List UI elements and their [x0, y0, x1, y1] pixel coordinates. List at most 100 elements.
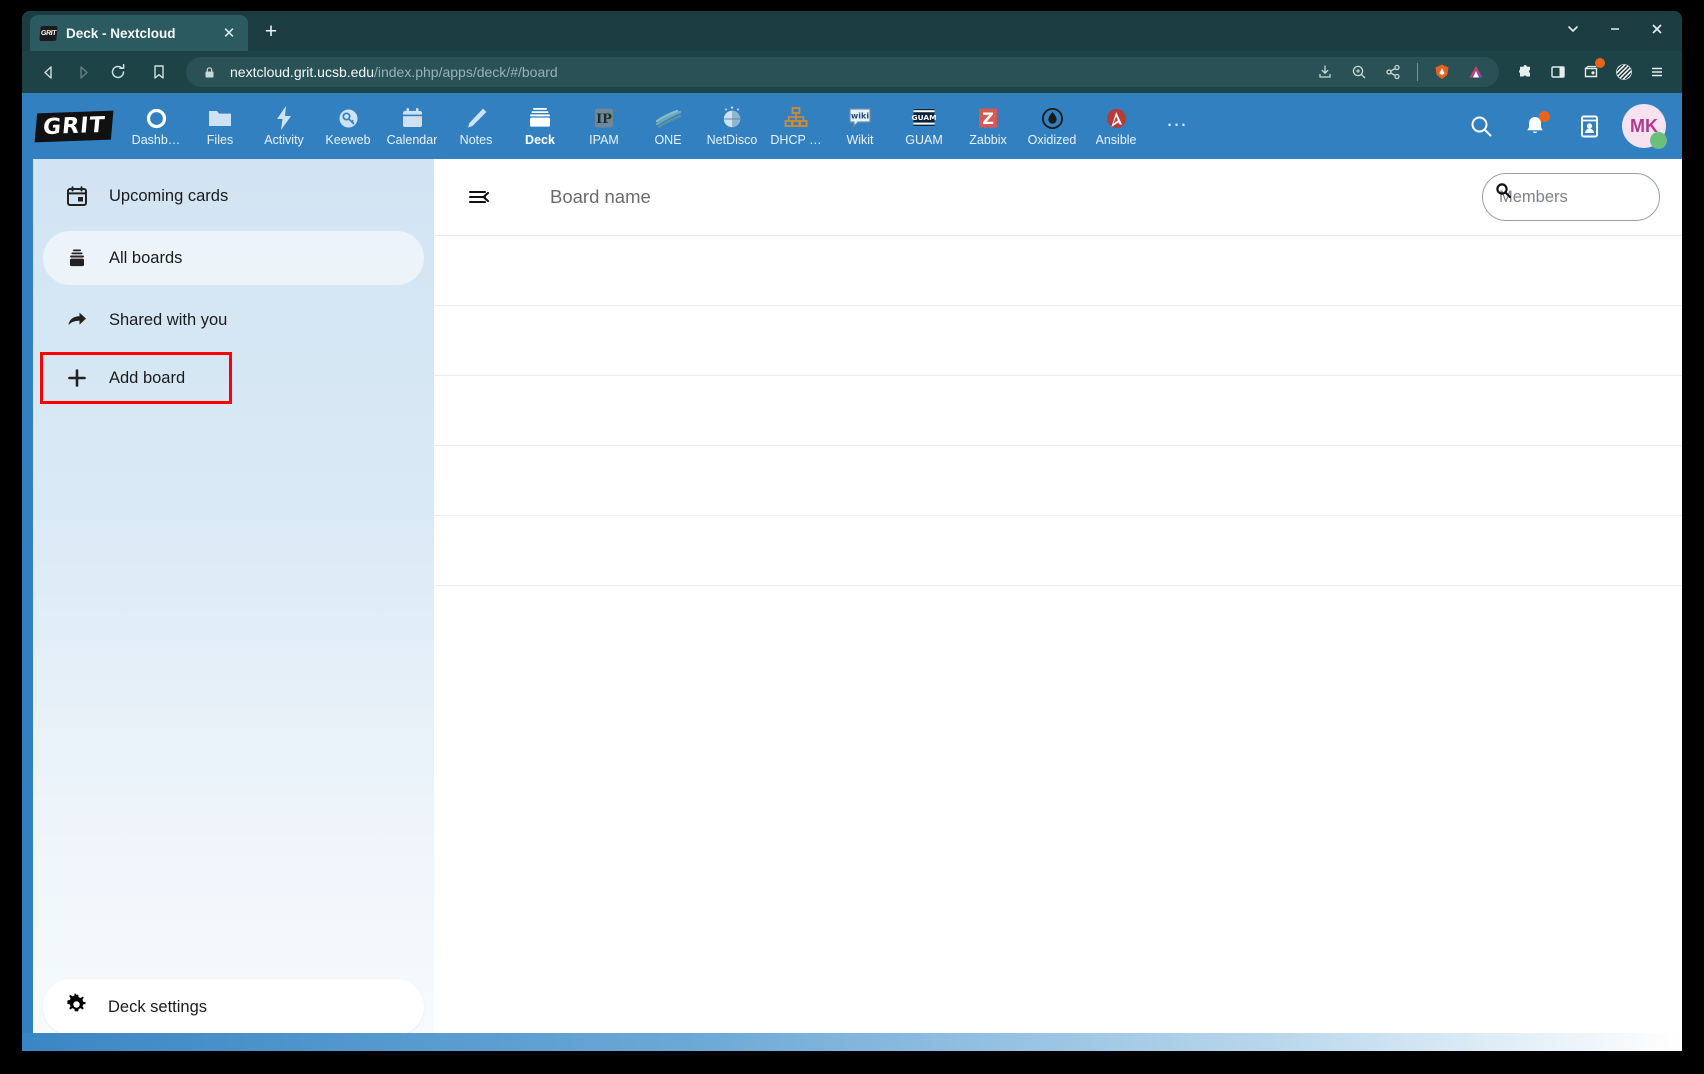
app-label: GUAM [905, 133, 943, 147]
tab-favicon: GRIT [39, 25, 58, 41]
leo-icon[interactable] [1609, 57, 1639, 87]
app-keeweb[interactable]: Keeweb [316, 93, 380, 159]
table-row[interactable] [434, 515, 1682, 585]
collapse-sidebar-icon[interactable] [458, 176, 500, 218]
table-row[interactable] [434, 585, 1682, 655]
app-label: Keeweb [325, 133, 371, 147]
app-label: Deck [525, 133, 555, 147]
app-calendar[interactable]: Calendar [380, 93, 444, 159]
app-navigation-bar: Dashb… Files Activity Keeweb Calendar No… [124, 93, 1460, 159]
one-icon [653, 105, 683, 131]
app-files[interactable]: Files [188, 93, 252, 159]
board-name-placeholder[interactable]: Board name [550, 186, 651, 208]
grit-logo[interactable]: GRIT [34, 109, 114, 143]
bookmark-icon[interactable] [143, 57, 175, 87]
url-path: /index.php/apps/deck/#/board [373, 64, 558, 80]
wallet-badge [1595, 58, 1605, 68]
window-controls [1554, 15, 1676, 43]
lock-icon[interactable] [196, 59, 222, 85]
browser-toolbar: nextcloud.grit.ucsb.edu/index.php/apps/d… [22, 51, 1682, 93]
wallet-icon[interactable] [1576, 57, 1606, 87]
board-content: Board name [434, 159, 1682, 1051]
sidebar-icon[interactable] [1543, 57, 1573, 87]
app-label: ONE [654, 133, 682, 147]
calendar-icon [397, 105, 427, 131]
files-icon [205, 105, 235, 131]
sidebar-item-upcoming-cards[interactable]: Upcoming cards [43, 169, 424, 223]
ipam-icon: IP [589, 105, 619, 131]
new-tab-button[interactable]: + [256, 17, 286, 47]
gear-icon [65, 993, 88, 1021]
contacts-icon[interactable] [1568, 105, 1610, 147]
table-row[interactable] [434, 445, 1682, 515]
sidebar-item-add-board[interactable]: Add board [40, 352, 232, 404]
svg-text:IP: IP [596, 112, 612, 127]
app-ipam[interactable]: IP IPAM [572, 93, 636, 159]
app-activity[interactable]: Activity [252, 93, 316, 159]
plus-icon [65, 366, 89, 390]
activity-icon [269, 105, 299, 131]
extensions-icon[interactable] [1510, 57, 1540, 87]
wikit-icon: wiki [845, 105, 875, 131]
app-oxidized[interactable]: Oxidized [1020, 93, 1084, 159]
app-label: Ansible [1095, 133, 1137, 147]
sidebar-item-label: All boards [109, 248, 183, 267]
app-label: Zabbix [969, 133, 1007, 147]
app-one[interactable]: ONE [636, 93, 700, 159]
table-row[interactable] [434, 305, 1682, 375]
app-ansible[interactable]: Ansible [1084, 93, 1148, 159]
menu-icon[interactable] [1642, 57, 1672, 87]
deck-settings-button[interactable]: Deck settings [43, 979, 424, 1035]
search-icon [1495, 182, 1512, 204]
members-search-box[interactable] [1482, 173, 1660, 221]
header-actions: MK [1460, 104, 1672, 149]
share-arrow-icon [65, 308, 89, 332]
app-notes[interactable]: Notes [444, 93, 508, 159]
sidebar-item-label: Shared with you [109, 310, 228, 329]
url-bar[interactable]: nextcloud.grit.ucsb.edu/index.php/apps/d… [186, 57, 1499, 87]
browser-tab[interactable]: GRIT Deck - Nextcloud ✕ [30, 15, 248, 51]
nextcloud-body: Upcoming cards All boards Shared with yo… [22, 159, 1682, 1051]
app-zabbix[interactable]: Z Zabbix [956, 93, 1020, 159]
oxidized-icon [1037, 105, 1067, 131]
forward-icon[interactable] [67, 57, 99, 87]
sidebar-item-shared-with-you[interactable]: Shared with you [43, 293, 424, 347]
grit-logo-text: GRIT [34, 110, 114, 142]
reload-icon[interactable] [102, 57, 134, 87]
avatar[interactable]: MK [1622, 104, 1667, 149]
search-icon[interactable] [1460, 105, 1502, 147]
share-icon[interactable] [1380, 59, 1406, 85]
app-dashboard[interactable]: Dashb… [124, 93, 188, 159]
zabbix-icon: Z [973, 105, 1003, 131]
bell-icon[interactable] [1514, 105, 1556, 147]
close-icon[interactable]: ✕ [220, 24, 238, 42]
members-search-input[interactable] [1497, 187, 1645, 207]
zoom-icon[interactable] [1346, 59, 1372, 85]
close-window-icon[interactable] [1638, 15, 1676, 43]
app-netdisco[interactable]: NetDisco [700, 93, 764, 159]
minimize-icon[interactable] [1596, 15, 1634, 43]
install-icon[interactable] [1312, 59, 1338, 85]
app-dhcp[interactable]: DHCP … [764, 93, 828, 159]
calendar-icon [65, 184, 89, 208]
brave-shields-icon[interactable] [1463, 59, 1489, 85]
app-wikit[interactable]: wiki Wikit [828, 93, 892, 159]
app-deck[interactable]: Deck [508, 93, 572, 159]
sidebar-item-all-boards[interactable]: All boards [43, 231, 424, 285]
table-row[interactable] [434, 235, 1682, 305]
app-guam[interactable]: GUAM GUAM [892, 93, 956, 159]
table-row[interactable] [434, 375, 1682, 445]
brave-rewards-icon[interactable] [1429, 59, 1455, 85]
notes-icon [461, 105, 491, 131]
svg-text:wiki: wiki [851, 112, 869, 121]
sidebar-item-label: Upcoming cards [109, 186, 229, 205]
chevron-down-icon[interactable] [1554, 15, 1592, 43]
keeweb-icon [333, 105, 363, 131]
app-label: Notes [459, 133, 493, 147]
browser-window: GRIT Deck - Nextcloud ✕ + nextcloud.grit… [22, 11, 1682, 1051]
svg-text:Z: Z [982, 109, 994, 128]
bottom-accent-bar [22, 1033, 1682, 1051]
more-apps-button[interactable]: … [1148, 93, 1206, 159]
back-icon[interactable] [32, 57, 64, 87]
dashboard-icon [141, 105, 171, 131]
